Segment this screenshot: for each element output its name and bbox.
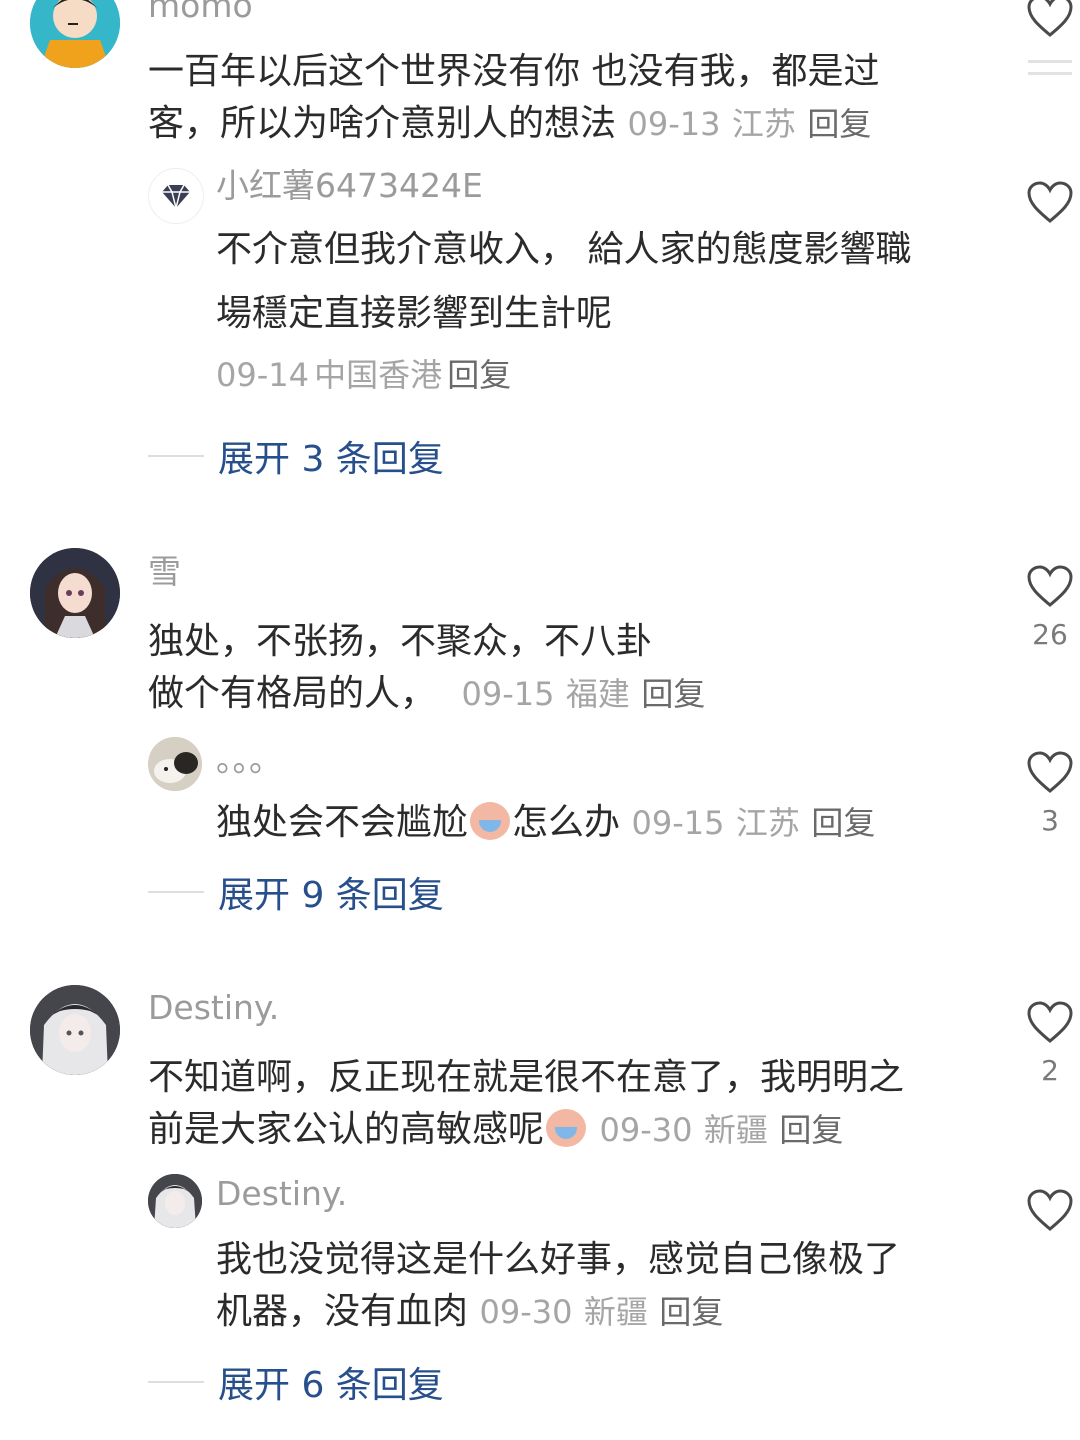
comment-time: 09-13 bbox=[627, 105, 721, 143]
like-button[interactable] bbox=[1024, 0, 1076, 38]
reply-time: 09-14 bbox=[216, 356, 309, 394]
comment-username[interactable]: Destiny. bbox=[148, 988, 279, 1028]
expand-replies-button[interactable]: 展开 3 条回复 bbox=[148, 430, 444, 482]
diamond-icon bbox=[162, 184, 190, 209]
like-count: 26 bbox=[1032, 618, 1068, 651]
reply-time: 09-15 bbox=[631, 804, 725, 842]
like-count: 2 bbox=[1041, 1054, 1059, 1087]
expand-replies-button[interactable]: 展开 9 条回复 bbox=[148, 866, 444, 918]
comment-text-line: 不知道啊，反正现在就是很不在意了，我明明之 bbox=[148, 1057, 905, 1098]
divider bbox=[148, 891, 204, 893]
comment-time: 09-15 bbox=[461, 675, 555, 713]
divider bbox=[148, 455, 204, 457]
heart-outline-icon bbox=[1027, 1001, 1073, 1043]
reply-location: 新疆 bbox=[583, 1293, 648, 1331]
avatar[interactable] bbox=[148, 168, 204, 224]
reply-username[interactable]: Destiny. bbox=[216, 1174, 347, 1214]
reply-text-line: 独处会不会尴尬 怎么办 09-15 江苏 回复 bbox=[216, 793, 875, 845]
like-button[interactable]: 3 bbox=[1024, 750, 1076, 837]
reply-meta: 09-14 中国香港 回复 bbox=[216, 350, 511, 396]
scroll-indicator bbox=[1028, 60, 1072, 63]
comment-text-line: 做个有格局的人， 09-15 福建 回复 bbox=[148, 664, 705, 716]
avatar-photo bbox=[148, 737, 202, 791]
comment-location: 福建 bbox=[565, 675, 630, 713]
scroll-indicator bbox=[1028, 72, 1072, 75]
avatar[interactable] bbox=[30, 985, 120, 1075]
avatar-illustration bbox=[148, 1174, 202, 1228]
reply-text-line: 場穩定直接影響到生計呢 bbox=[216, 293, 613, 334]
reply-location: 中国香港 bbox=[314, 356, 443, 394]
avatar[interactable] bbox=[148, 1174, 202, 1228]
comment-time: 09-30 bbox=[599, 1111, 693, 1149]
comment-text: 做个有格局的人， bbox=[148, 673, 437, 714]
reply-button[interactable]: 回复 bbox=[811, 804, 875, 842]
heart-outline-icon bbox=[1027, 1189, 1073, 1231]
heart-outline-icon bbox=[1027, 565, 1073, 607]
reply-username[interactable]: 。。。 bbox=[216, 740, 282, 780]
reply-button[interactable]: 回复 bbox=[447, 356, 511, 394]
comment-username[interactable]: momo bbox=[148, 0, 253, 26]
reply-button[interactable]: 回复 bbox=[807, 105, 871, 143]
comment-username[interactable]: 雪 bbox=[148, 552, 181, 592]
reply-text-line: 不介意但我介意收入， 給人家的態度影響職 bbox=[216, 229, 912, 270]
comment-text: 客，所以为啥介意别人的想法 bbox=[148, 103, 617, 144]
reply-time: 09-30 bbox=[479, 1293, 573, 1331]
comment-location: 新疆 bbox=[703, 1111, 768, 1149]
reply-button[interactable]: 回复 bbox=[659, 1293, 723, 1331]
reply-button[interactable]: 回复 bbox=[779, 1111, 843, 1149]
expand-replies-button[interactable]: 展开 6 条回复 bbox=[148, 1356, 444, 1408]
expand-replies-label: 展开 3 条回复 bbox=[218, 439, 444, 480]
divider bbox=[148, 1381, 204, 1383]
like-button[interactable]: 26 bbox=[1024, 564, 1076, 651]
reply-text: 机器，没有血肉 bbox=[216, 1291, 469, 1332]
heart-outline-icon bbox=[1027, 181, 1073, 223]
heart-outline-icon bbox=[1027, 0, 1073, 37]
reply-text: 独处会不会尴尬 bbox=[216, 802, 469, 843]
like-button[interactable] bbox=[1024, 180, 1076, 224]
comment-text-line: 客，所以为啥介意别人的想法 09-13 江苏 回复 bbox=[148, 94, 871, 146]
reply-text-line: 机器，没有血肉 09-30 新疆 回复 bbox=[216, 1282, 723, 1334]
like-button[interactable]: 2 bbox=[1024, 1000, 1076, 1087]
reply-button[interactable]: 回复 bbox=[641, 675, 705, 713]
like-count: 3 bbox=[1041, 804, 1059, 837]
reply-location: 江苏 bbox=[735, 804, 800, 842]
comment-text: 前是大家公认的高敏感呢 bbox=[148, 1109, 545, 1150]
comment-location: 江苏 bbox=[731, 105, 796, 143]
comment-text-line: 前是大家公认的高敏感呢 09-30 新疆 回复 bbox=[148, 1100, 843, 1152]
expand-replies-label: 展开 9 条回复 bbox=[218, 875, 444, 916]
avatar[interactable] bbox=[148, 737, 202, 791]
like-button[interactable] bbox=[1024, 1188, 1076, 1232]
crying-face-emoji-icon bbox=[470, 802, 511, 840]
avatar-illustration bbox=[30, 0, 120, 68]
reply-username[interactable]: 小红薯6473424E bbox=[216, 166, 483, 206]
reply-text-line: 我也没觉得这是什么好事，感觉自己像极了 bbox=[216, 1239, 901, 1280]
reply-text: 怎么办 bbox=[512, 802, 621, 843]
comment-text-line: 一百年以后这个世界没有你 也没有我，都是过 bbox=[148, 51, 880, 92]
avatar-illustration bbox=[30, 985, 120, 1075]
comment-text-line: 独处，不张扬，不聚众，不八卦 bbox=[148, 621, 653, 662]
expand-replies-label: 展开 6 条回复 bbox=[218, 1365, 444, 1406]
crying-face-emoji-icon bbox=[546, 1109, 587, 1147]
avatar-illustration bbox=[30, 548, 120, 638]
avatar[interactable] bbox=[30, 0, 120, 68]
avatar[interactable] bbox=[30, 548, 120, 638]
heart-outline-icon bbox=[1027, 751, 1073, 793]
